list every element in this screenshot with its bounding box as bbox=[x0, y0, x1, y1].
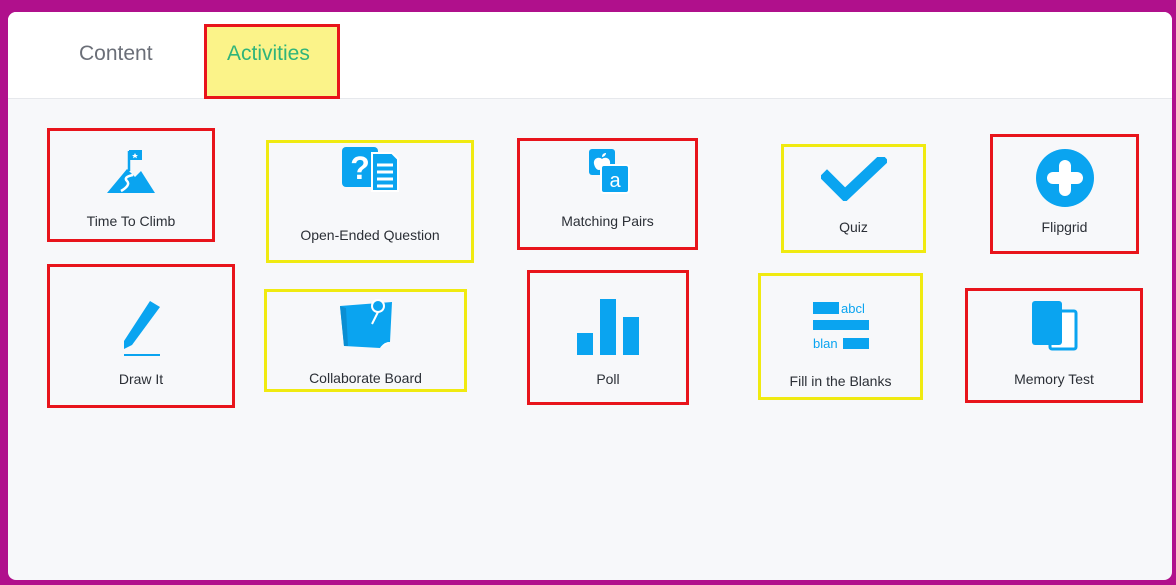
activity-label: Matching Pairs bbox=[561, 213, 654, 229]
activity-label: Collaborate Board bbox=[309, 370, 422, 386]
matching-pairs-icon: a bbox=[520, 147, 695, 197]
tab-content[interactable]: Content bbox=[79, 42, 153, 66]
activity-flipgrid[interactable]: Flipgrid bbox=[990, 134, 1139, 254]
cards-icon bbox=[968, 299, 1140, 355]
checkmark-icon bbox=[784, 157, 923, 201]
activity-label: Flipgrid bbox=[1041, 219, 1088, 235]
activities-panel: Content Activities Time To Climb ? Open-… bbox=[8, 12, 1172, 580]
pinned-board-icon bbox=[267, 298, 464, 350]
tab-activities[interactable]: Activities bbox=[227, 42, 310, 66]
activity-poll[interactable]: Poll bbox=[527, 270, 689, 405]
activity-label: Time To Climb bbox=[86, 213, 176, 229]
activity-label: Draw It bbox=[118, 371, 164, 387]
mountain-flag-icon bbox=[50, 147, 212, 195]
activity-collaborate-board[interactable]: Collaborate Board bbox=[264, 289, 467, 392]
activity-quiz[interactable]: Quiz bbox=[781, 144, 926, 253]
bar-chart-icon bbox=[530, 299, 686, 355]
activity-draw-it[interactable]: Draw It bbox=[47, 264, 235, 408]
activity-label: Open-Ended Question bbox=[300, 227, 440, 243]
activity-fill-in-the-blanks[interactable]: abcl blan Fill in the Blanks bbox=[758, 273, 923, 400]
activity-label: Memory Test bbox=[1014, 371, 1094, 387]
activity-label: Fill in the Blanks bbox=[789, 373, 892, 389]
svg-text:?: ? bbox=[350, 150, 370, 186]
activity-memory-test[interactable]: Memory Test bbox=[965, 288, 1143, 403]
activity-matching-pairs[interactable]: a Matching Pairs bbox=[517, 138, 698, 250]
tab-bar: Content Activities bbox=[8, 12, 1172, 99]
activity-open-ended-question[interactable]: ? Open-Ended Question bbox=[266, 140, 474, 263]
question-doc-icon: ? bbox=[269, 145, 471, 195]
activity-label: Quiz bbox=[839, 219, 868, 235]
svg-text:a: a bbox=[609, 170, 621, 192]
svg-text:abcl: abcl bbox=[841, 301, 865, 316]
fill-blanks-icon: abcl blan bbox=[761, 296, 920, 352]
pencil-icon bbox=[50, 297, 232, 359]
activity-label: Poll bbox=[596, 371, 620, 387]
plus-circle-icon bbox=[993, 147, 1136, 209]
activity-time-to-climb[interactable]: Time To Climb bbox=[47, 128, 215, 242]
svg-text:blan: blan bbox=[813, 336, 838, 351]
